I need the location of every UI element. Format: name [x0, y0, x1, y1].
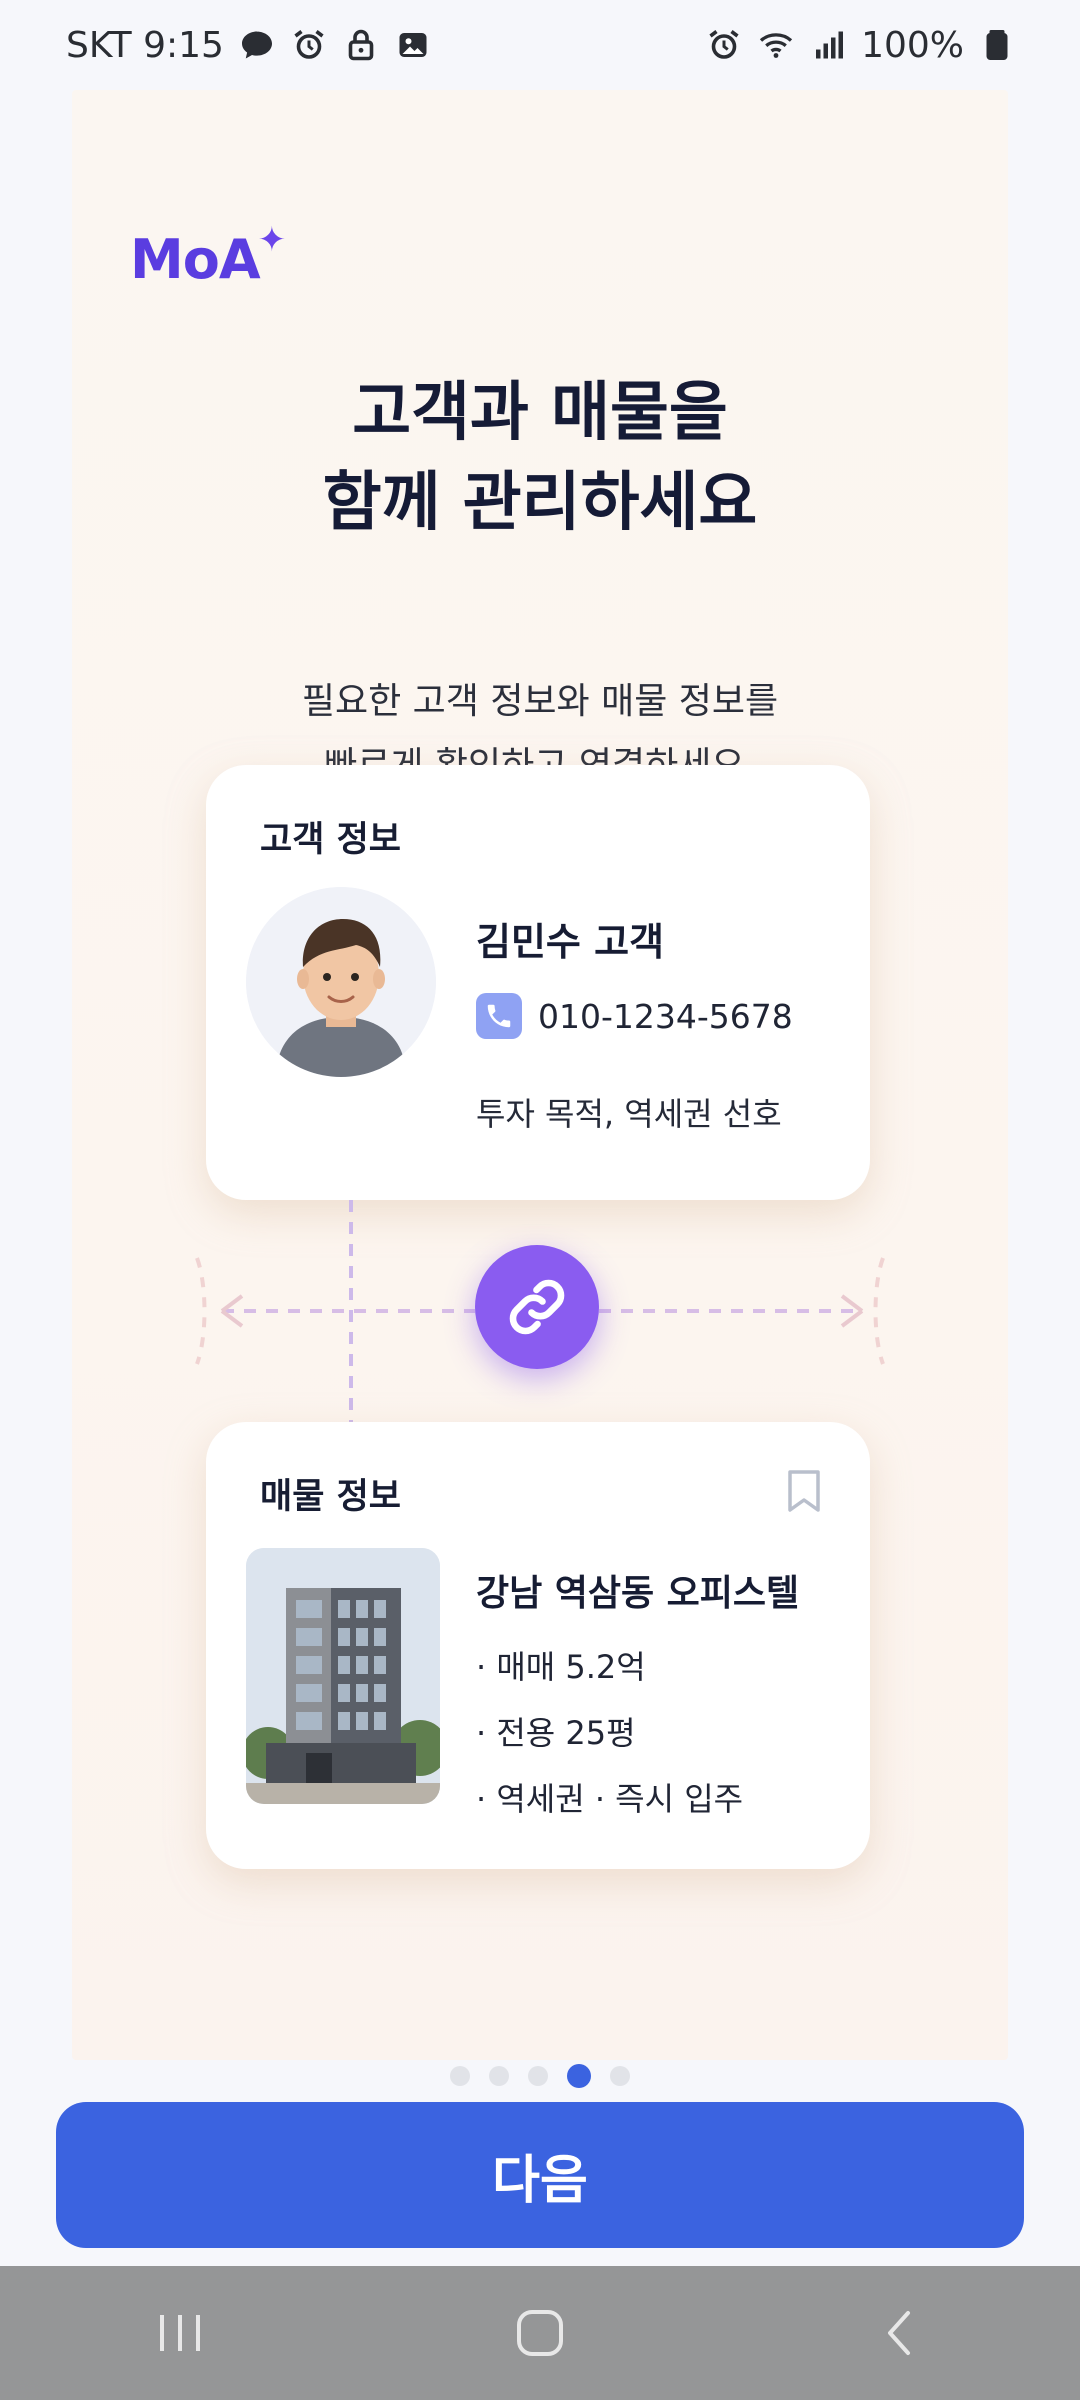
status-left: SKT 9:15 [66, 25, 432, 66]
sparkle-icon: ✦ [257, 220, 286, 260]
back-button[interactable] [840, 2293, 960, 2373]
status-bar: SKT 9:15 100% [0, 0, 1080, 90]
customer-name: 김민수 고객 [476, 920, 665, 964]
page-dot[interactable] [450, 2066, 470, 2086]
property-info-card: 매물 정보 강남 역삼동 오피스텔 · 매매 5.2억 · 전용 25평 · 역… [206, 1422, 870, 1869]
back-icon [888, 2311, 910, 2355]
customer-note: 투자 목적, 역세권 선호 [476, 1095, 782, 1133]
image-icon [394, 26, 432, 64]
page-dot[interactable] [610, 2066, 630, 2086]
battery-percent: 100% [861, 24, 964, 66]
property-detail: · 매매 5.2억 [476, 1648, 646, 1686]
next-button[interactable]: 다음 [56, 2102, 1024, 2248]
customer-info-card: 고객 정보 김민수 고객 010-1234-5678 투자 목적, 역세권 선호 [206, 765, 870, 1200]
property-card-title: 매물 정보 [260, 1477, 401, 1517]
onboarding-panel: MoA ✦ 고객과 매물을 함께 관리하세요 필요한 고객 정보와 매물 정보를… [72, 90, 1008, 2060]
avatar [246, 887, 436, 1077]
logo-text: MoA [130, 228, 261, 291]
page-dot[interactable] [528, 2066, 548, 2086]
bookmark-icon[interactable] [784, 1468, 824, 1514]
page-dot-active[interactable] [567, 2064, 591, 2088]
alarm-icon [705, 26, 743, 64]
customer-card-title: 고객 정보 [260, 820, 401, 860]
battery-icon [978, 26, 1016, 64]
status-right: 100% [705, 25, 1016, 66]
recent-apps-icon [160, 2315, 200, 2351]
chat-bubble-icon [238, 26, 276, 64]
recent-apps-button[interactable] [120, 2293, 240, 2373]
home-icon [517, 2310, 563, 2356]
link-button[interactable] [475, 1245, 599, 1369]
pagination-dots [0, 2064, 1080, 2088]
lock-icon [342, 26, 380, 64]
page-dot[interactable] [489, 2066, 509, 2086]
property-detail: · 역세권 · 즉시 입주 [476, 1780, 744, 1818]
home-button[interactable] [480, 2293, 600, 2373]
phone-row: 010-1234-5678 [476, 993, 793, 1039]
property-image [246, 1548, 440, 1804]
phone-icon [476, 993, 522, 1039]
signal-icon [809, 26, 847, 64]
page-title: 고객과 매물을 함께 관리하세요 [322, 376, 758, 540]
property-detail: · 전용 25평 [476, 1714, 636, 1752]
system-nav-bar [0, 2266, 1080, 2400]
link-icon [509, 1279, 565, 1335]
wifi-icon [757, 26, 795, 64]
carrier-time: SKT 9:15 [66, 24, 224, 66]
property-name: 강남 역삼동 오피스텔 [476, 1573, 800, 1614]
moa-logo: MoA ✦ [130, 220, 286, 291]
alarm-icon [290, 26, 328, 64]
customer-phone: 010-1234-5678 [538, 996, 793, 1036]
